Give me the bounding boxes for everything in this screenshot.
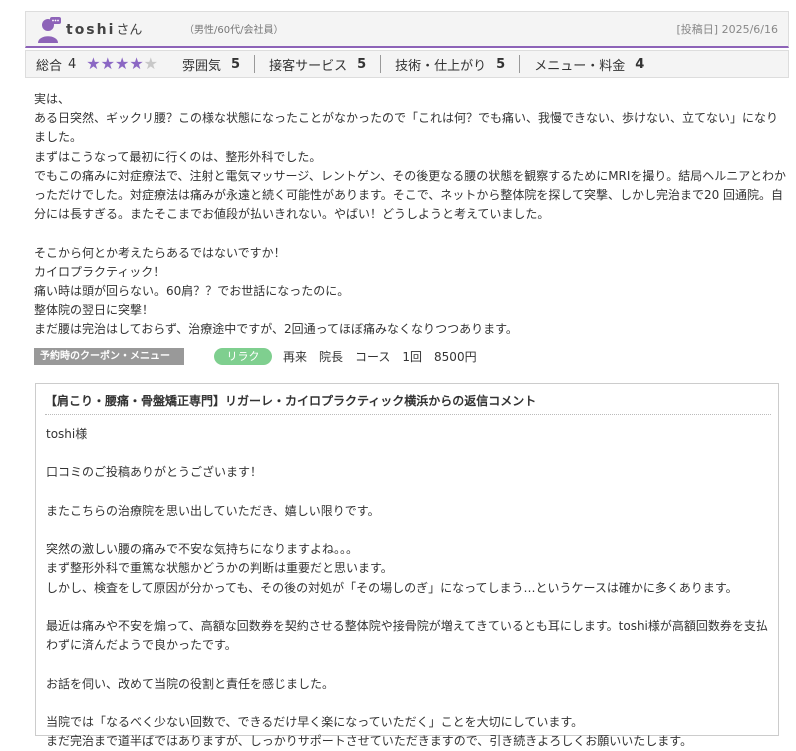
reply-body: toshi様 口コミのご投稿ありがとうございます！ またこちらの治療院を思い出し… — [46, 425, 776, 751]
review-header: toshiさん （男性/60代/会社員） [投稿日] 2025/6/16 — [25, 11, 789, 48]
star-icon: ★ — [86, 54, 101, 73]
star-icon: ★ — [143, 54, 159, 73]
ratings-bar: 総合 4 ★ ★ ★ ★ ★ 雰囲気 5 接客サービス 5 技術・仕上がり 5 メニュー… — [25, 50, 789, 78]
user-avatar-icon — [38, 17, 61, 43]
post-date: [投稿日] 2025/6/16 — [676, 23, 778, 36]
star-icon: ★ — [129, 54, 144, 73]
rating-label: 接客サービス — [269, 58, 348, 74]
overall-value: 4 — [68, 56, 77, 72]
overall-rating: 総合 4 ★ ★ ★ ★ ★ — [36, 55, 170, 74]
coupon-row: 予約時のクーポン・メニュー リラク 再来 院長 コース 1回 8500円 — [34, 346, 477, 366]
rating-value: 4 — [635, 56, 645, 72]
rating-value: 5 — [357, 56, 367, 72]
reply-title: 【肩こり・腰痛・骨盤矯正専門】リガーレ・カイロプラクティック横浜からの返信コメン… — [45, 393, 771, 415]
star-rating: ★ ★ ★ ★ ★ — [86, 56, 158, 72]
rating-atmosphere: 雰囲気 5 — [182, 55, 241, 74]
coupon-category-tag: リラク — [214, 347, 272, 365]
divider — [519, 55, 521, 73]
rating-label: メニュー・料金 — [534, 58, 626, 74]
star-icon: ★ — [100, 54, 115, 73]
coupon-label: 予約時のクーポン・メニュー — [34, 347, 184, 365]
rating-value: 5 — [231, 56, 241, 72]
review-body: 実は、 ある日突然、ギックリ腰？この様な状態になったことがなかったので「これは何… — [34, 90, 786, 340]
username-honorific: さん — [116, 23, 143, 38]
username: toshiさん — [66, 22, 142, 39]
divider — [380, 55, 382, 73]
username-text: toshi — [66, 22, 116, 38]
rating-service: 接客サービス 5 — [269, 55, 367, 74]
rating-label: 雰囲気 — [182, 58, 222, 74]
star-icon: ★ — [114, 54, 130, 73]
reply-text: toshi様 口コミのご投稿ありがとうございます！ またこちらの治療院を思い出し… — [46, 427, 768, 749]
rating-menu-price: メニュー・料金 4 — [534, 55, 645, 74]
reply-box: 【肩こり・腰痛・骨盤矯正専門】リガーレ・カイロプラクティック横浜からの返信コメン… — [35, 383, 779, 748]
divider — [254, 55, 256, 73]
user-meta: （男性/60代/会社員） — [184, 25, 284, 36]
rating-label: 技術・仕上がり — [395, 58, 487, 74]
rating-value: 5 — [496, 56, 506, 72]
coupon-menu-text: 再来 院長 コース 1回 8500円 — [283, 349, 477, 364]
rating-technique: 技術・仕上がり 5 — [395, 55, 506, 74]
overall-label: 総合 — [36, 58, 63, 74]
review-text: 実は、 ある日突然、ギックリ腰？この様な状態になったことがなかったので「これは何… — [34, 92, 786, 337]
